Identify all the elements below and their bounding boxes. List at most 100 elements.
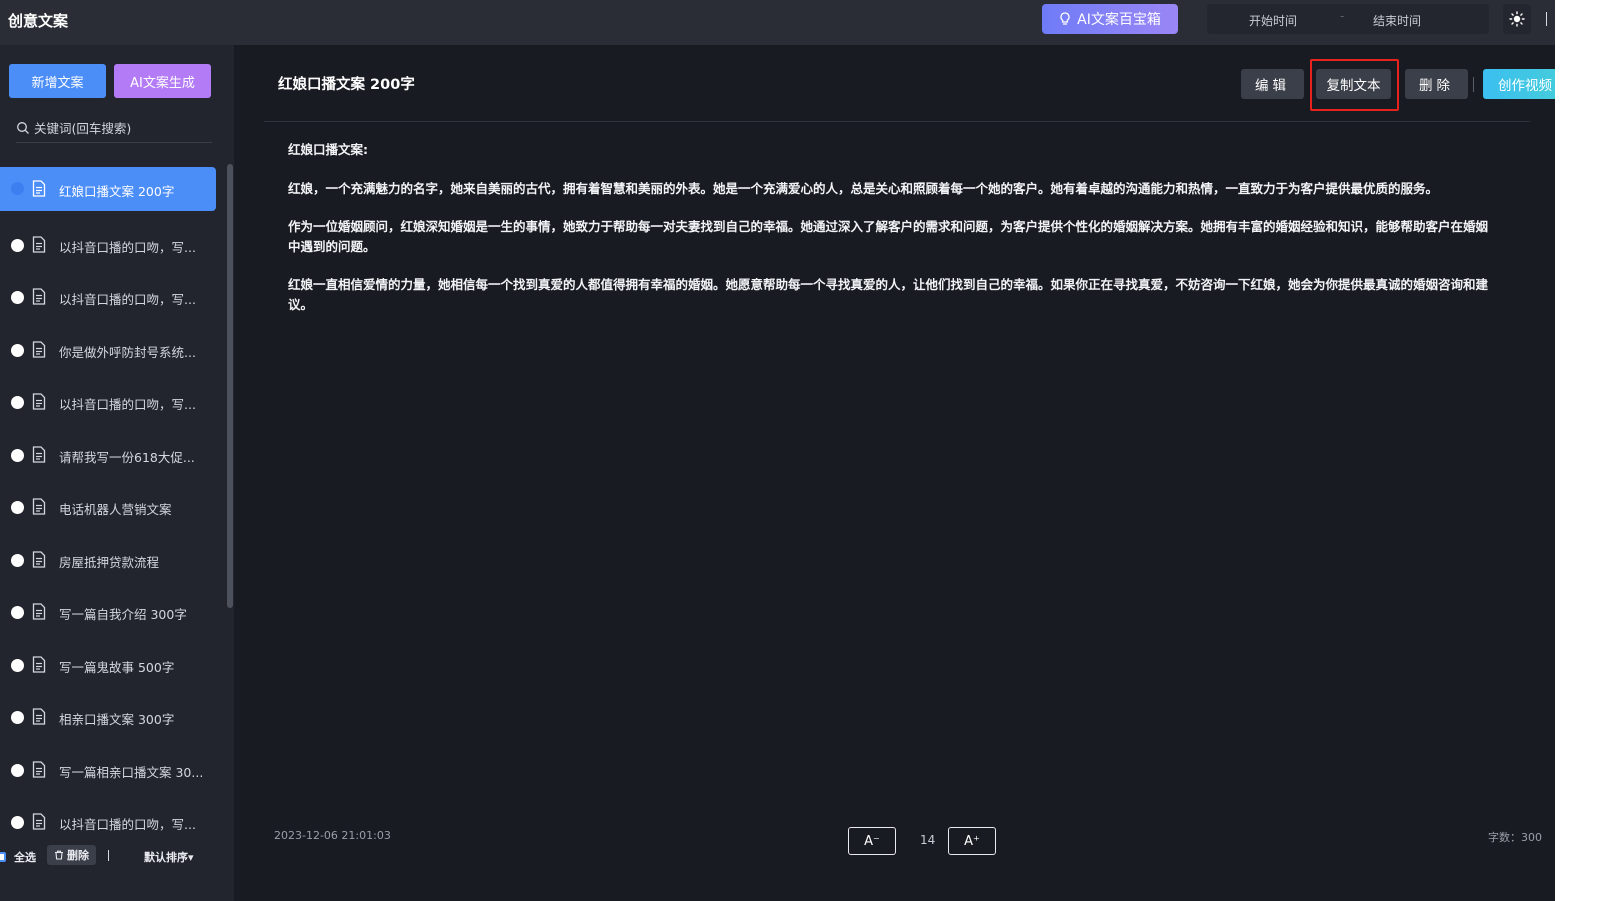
content-paragraph: 红娘，一个充满魅力的名字，她来自美丽的古代，拥有着智慧和美丽的外表。她是一个充满… [288, 181, 1439, 196]
select-radio[interactable] [11, 816, 24, 829]
content-heading: 红娘口播文案: [288, 142, 368, 157]
document-icon [32, 813, 46, 830]
caret-down-icon: ▾ [188, 851, 194, 864]
list-item[interactable]: 写一篇自我介绍 300字 [0, 587, 224, 640]
end-date-input[interactable]: 结束时间 [1373, 12, 1421, 29]
list-item-label: 电话机器人营销文案 [59, 502, 172, 517]
sidebar-scrollbar[interactable] [227, 164, 233, 608]
document-icon [32, 708, 46, 725]
app-title: 创意文案 [8, 12, 69, 30]
select-radio[interactable] [11, 763, 24, 777]
document-icon [32, 340, 46, 358]
list-item-label: 写一篇鬼故事 500字 [59, 659, 175, 675]
edit-button[interactable]: 编辑 [1241, 69, 1304, 99]
bulk-delete-button[interactable]: 删除 [47, 845, 96, 865]
word-count: 字数：300 [1488, 831, 1542, 844]
select-radio[interactable] [11, 553, 24, 567]
select-radio[interactable] [11, 343, 24, 357]
list-item-label: 房屋抵押贷款流程 [59, 554, 160, 570]
ai-generate-button[interactable]: AI文案生成 [114, 64, 211, 98]
sort-dropdown[interactable]: 默认排序▾ [144, 849, 194, 865]
action-divider [1473, 77, 1474, 92]
list-item-label: 写一篇相亲口播文案 30... [59, 764, 204, 780]
keyword-search-input[interactable]: 关键词(回车搜索) [16, 113, 212, 143]
trash-icon [55, 850, 63, 860]
header-divider [264, 121, 1530, 122]
sort-label: 默认排序 [144, 851, 188, 864]
list-item[interactable]: 红娘口播文案 200字 [0, 167, 216, 211]
created-timestamp: 2023-12-06 21:01:03 [274, 829, 391, 842]
select-radio[interactable] [11, 238, 24, 252]
sidebar: 新增文案 AI文案生成 关键词(回车搜索) 红娘口播文案 200字以抖音口播的口… [0, 45, 234, 901]
decrease-font-button[interactable]: A⁻ [848, 827, 896, 855]
date-range-picker[interactable]: 开始时间 - 结束时间 [1207, 4, 1489, 34]
content-paragraph: 红娘一直相信爱情的力量，她相信每一个找到真爱的人都值得拥有幸福的婚姻。她愿意帮助… [288, 277, 1489, 312]
select-radio[interactable] [11, 291, 24, 304]
font-size-value: 14 [920, 833, 936, 847]
document-icon [32, 445, 46, 463]
document-icon [32, 655, 46, 673]
list-item-label: 写一篇自我介绍 300字 [59, 607, 187, 622]
list-item[interactable]: 请帮我写一份618大促... [0, 430, 224, 483]
search-icon [17, 121, 29, 134]
select-radio[interactable] [11, 182, 24, 195]
start-date-input[interactable]: 开始时间 [1249, 12, 1297, 29]
list-item[interactable]: 以抖音口播的口吻，写... [0, 220, 224, 273]
select-radio[interactable] [11, 501, 24, 514]
document-icon [32, 288, 46, 305]
list-item-label: 红娘口播文案 200字 [59, 184, 175, 199]
app-window: 创意文案 AI文案百宝箱 开始时间 - 结束时间 新增文案 AI文案生成 关键词… [0, 0, 1555, 901]
copy-text-button[interactable]: 复制文本 [1316, 69, 1391, 99]
sidebar-footer: 全选 删除 默认排序▾ [0, 835, 234, 901]
document-title: 红娘口播文案 200字 [278, 77, 415, 93]
create-video-button[interactable]: 创作视频 [1483, 69, 1555, 99]
document-icon [32, 550, 46, 568]
select-all-checkbox[interactable] [0, 852, 6, 862]
theme-toggle-button[interactable] [1503, 4, 1531, 34]
select-radio[interactable] [11, 711, 24, 724]
topbar-divider [1546, 12, 1547, 26]
list-item[interactable]: 你是做外呼防封号系统... [0, 325, 224, 378]
document-icon [32, 180, 46, 197]
bulk-delete-label: 删除 [67, 849, 89, 862]
list-item[interactable]: 房屋抵押贷款流程 [0, 535, 224, 588]
delete-button[interactable]: 删除 [1405, 69, 1468, 99]
lightbulb-icon [1060, 12, 1070, 25]
main-panel: 红娘口播文案 200字 编辑 复制文本 删除 创作视频 红娘口播文案: 红娘，一… [234, 45, 1555, 901]
content-paragraph: 作为一位婚姻顾问，红娘深知婚姻是一生的事情，她致力于帮助每一对夫妻找到自己的幸福… [288, 219, 1489, 254]
list-item-label: 请帮我写一份618大促... [59, 449, 195, 465]
document-icon [32, 760, 46, 778]
list-item-label: 以抖音口播的口吻，写... [59, 239, 196, 255]
new-copy-button[interactable]: 新增文案 [9, 64, 106, 98]
list-item-label: 以抖音口播的口吻，写... [59, 817, 196, 832]
sun-icon [1509, 11, 1525, 27]
list-item[interactable]: 相亲口播文案 300字 [0, 692, 224, 745]
document-icon [32, 498, 46, 515]
list-item[interactable]: 写一篇相亲口播文案 30... [0, 745, 224, 798]
list-item[interactable]: 以抖音口播的口吻，写... [0, 272, 224, 325]
footer-divider [108, 850, 109, 861]
list-item-label: 以抖音口播的口吻，写... [59, 292, 196, 307]
top-bar: 创意文案 AI文案百宝箱 开始时间 - 结束时间 [0, 0, 1555, 45]
list-item-label: 相亲口播文案 300字 [59, 712, 175, 727]
list-item[interactable]: 电话机器人营销文案 [0, 482, 224, 535]
select-radio[interactable] [11, 396, 24, 409]
copy-list: 红娘口播文案 200字以抖音口播的口吻，写... 以抖音口播的口吻，写... 你是做… [0, 167, 224, 850]
increase-font-button[interactable]: A⁺ [948, 827, 996, 855]
document-icon [32, 393, 46, 410]
ai-copy-toolbox-button[interactable]: AI文案百宝箱 [1042, 4, 1178, 34]
select-all-label[interactable]: 全选 [14, 849, 36, 865]
list-item[interactable]: 写一篇鬼故事 500字 [0, 640, 224, 693]
list-item-label: 以抖音口播的口吻，写... [59, 397, 196, 412]
ai-copy-toolbox-label: AI文案百宝箱 [1077, 12, 1161, 28]
document-icon [32, 603, 46, 620]
search-placeholder: 关键词(回车搜索) [34, 121, 132, 136]
date-separator: - [1340, 9, 1345, 23]
list-item[interactable]: 以抖音口播的口吻，写... [0, 377, 224, 430]
select-radio[interactable] [11, 448, 24, 462]
document-icon [32, 235, 46, 253]
document-content: 红娘口播文案: 红娘，一个充满魅力的名字，她来自美丽的古代，拥有着智慧和美丽的外… [288, 140, 1498, 333]
page-background [1555, 0, 1617, 901]
select-radio[interactable] [11, 658, 24, 672]
select-radio[interactable] [11, 606, 24, 619]
